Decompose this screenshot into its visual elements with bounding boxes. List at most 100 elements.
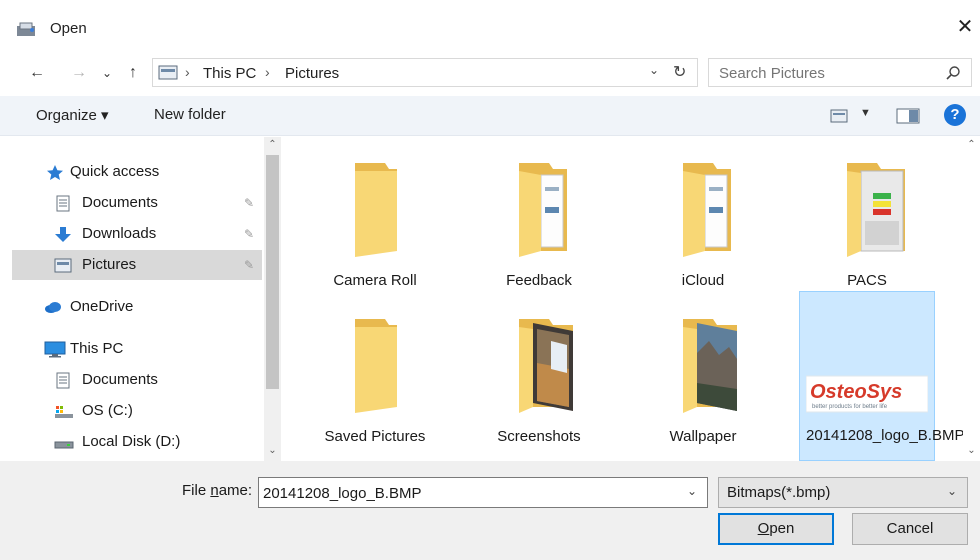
folder-photo-icon: [519, 319, 573, 413]
pin-icon: ✎: [244, 196, 255, 210]
folder-saved-pictures[interactable]: Saved Pictures: [307, 293, 443, 461]
nav-item-label: This PC: [70, 340, 124, 357]
folder-icloud[interactable]: iCloud: [635, 137, 771, 307]
svg-text:better products for better lif: better products for better life: [812, 404, 888, 410]
star-icon: [47, 165, 63, 180]
navigation-pane: Quick access Documents ✎ Downloads ✎ Pic…: [0, 137, 284, 461]
file-type-filter-select[interactable]: Bitmaps(*.bmp) ⌄: [718, 477, 968, 508]
navigation-pane-scrollbar[interactable]: ⌃ ⌄: [264, 137, 281, 461]
address-bar[interactable]: › This PC › Pictures ⌄ ↻: [152, 58, 698, 87]
drive-icon: [55, 406, 73, 418]
nav-item-label: Local Disk (D:): [82, 433, 181, 450]
refresh-icon[interactable]: ↻: [673, 62, 686, 82]
address-dropdown-chevron-icon[interactable]: ⌄: [649, 63, 659, 77]
scroll-down-arrow-icon[interactable]: ⌄: [264, 443, 281, 459]
dialog-footer: File name: ⌄ Bitmaps(*.bmp) ⌄ Open Cance…: [0, 461, 980, 560]
breadcrumb-pictures[interactable]: Pictures: [285, 65, 339, 82]
nav-item-pictures[interactable]: Pictures ✎: [12, 250, 262, 280]
document-icon: [56, 195, 70, 212]
search-icon[interactable]: [945, 65, 961, 81]
open-button[interactable]: Open: [718, 513, 834, 545]
breadcrumb-this-pc[interactable]: This PC: [203, 65, 256, 82]
file-20141208-logo-bmp[interactable]: OsteoSys better products for better life…: [799, 291, 965, 461]
filter-dropdown-chevron-icon[interactable]: ⌄: [947, 484, 957, 498]
breadcrumb-separator-icon: ›: [185, 64, 190, 80]
computer-icon: [44, 341, 66, 358]
nav-item-local-disk-d[interactable]: Local Disk (D:): [12, 427, 262, 457]
file-name-combobox[interactable]: ⌄: [258, 477, 708, 508]
download-icon: [55, 227, 71, 242]
pictures-icon: [54, 258, 72, 273]
disk-icon: [54, 441, 74, 449]
file-list: Camera Roll Feedback iCloud PACS Saved P…: [287, 137, 980, 461]
help-icon[interactable]: ?: [944, 104, 966, 126]
open-dialog-icon: [17, 22, 35, 36]
preview-pane-icon[interactable]: [896, 108, 920, 124]
nav-item-label: Documents: [82, 194, 158, 211]
nav-item-this-pc[interactable]: This PC: [12, 334, 262, 364]
bitmap-logo-thumbnail: OsteoSys better products for better life: [806, 375, 928, 413]
back-arrow-icon[interactable]: ←: [26, 60, 48, 86]
search-box[interactable]: [708, 58, 972, 87]
file-name: PACS: [847, 272, 887, 289]
cloud-icon: [45, 302, 61, 313]
pin-icon: ✎: [244, 258, 255, 272]
folder-feedback[interactable]: Feedback: [471, 137, 607, 307]
folder-screenshots[interactable]: Screenshots: [471, 293, 607, 461]
new-folder-button[interactable]: New folder: [154, 106, 226, 123]
pictures-location-icon: [158, 65, 178, 80]
folder-docs-icon: [519, 163, 567, 257]
window-title: Open: [50, 20, 87, 37]
file-name: Feedback: [506, 272, 572, 289]
nav-item-label: Quick access: [70, 163, 160, 180]
title-bar: Open ✕: [0, 0, 980, 60]
file-name-label: File name:: [182, 482, 253, 499]
document-icon: [56, 372, 70, 389]
forward-arrow-icon[interactable]: →: [68, 60, 90, 86]
folder-icon: [355, 163, 397, 257]
folder-pacs[interactable]: PACS: [799, 137, 935, 307]
nav-item-os-c[interactable]: OS (C:): [12, 396, 262, 426]
file-list-scrollbar[interactable]: ⌃ ⌄: [963, 137, 980, 461]
change-view-icon[interactable]: [830, 109, 848, 123]
up-arrow-icon[interactable]: ↑: [122, 60, 144, 86]
cancel-button[interactable]: Cancel: [852, 513, 968, 545]
folder-docs-icon: [683, 163, 731, 257]
file-name-dropdown-chevron-icon[interactable]: ⌄: [687, 484, 697, 498]
nav-item-documents[interactable]: Documents ✎: [12, 188, 262, 218]
pin-icon: ✎: [244, 227, 255, 241]
file-name: Saved Pictures: [324, 428, 426, 445]
nav-item-label: OS (C:): [82, 402, 133, 419]
nav-item-downloads[interactable]: Downloads ✎: [12, 219, 262, 249]
scrollbar-thumb[interactable]: [266, 155, 279, 389]
scroll-up-arrow-icon[interactable]: ⌃: [963, 137, 980, 153]
file-name: Screenshots: [497, 428, 581, 445]
search-input[interactable]: [719, 63, 929, 83]
file-name: Camera Roll: [333, 272, 417, 289]
svg-text:OsteoSys: OsteoSys: [810, 381, 902, 403]
command-bar: Organize ▾ New folder ▼ ?: [0, 96, 980, 136]
nav-item-label: Documents: [82, 371, 158, 388]
nav-item-quick-access[interactable]: Quick access: [12, 157, 262, 187]
scroll-down-arrow-icon[interactable]: ⌄: [963, 443, 980, 459]
folder-landscape-icon: [683, 319, 737, 413]
nav-item-label: Downloads: [82, 225, 157, 242]
file-name: 20141208_logo_B.BMP: [806, 427, 965, 444]
nav-item-onedrive[interactable]: OneDrive: [12, 292, 262, 322]
file-name: iCloud: [681, 272, 725, 289]
folder-icon: [355, 319, 397, 413]
recent-locations-chevron-icon[interactable]: ⌄: [96, 60, 118, 86]
nav-item-label: Pictures: [82, 256, 137, 273]
address-row: ← → ⌄ ↑ › This PC › Pictures ⌄ ↻: [0, 56, 980, 90]
close-icon[interactable]: ✕: [954, 16, 976, 38]
view-options-dropdown-icon[interactable]: ▼: [860, 107, 871, 119]
scroll-up-arrow-icon[interactable]: ⌃: [264, 137, 281, 153]
file-type-filter-value: Bitmaps(*.bmp): [727, 484, 831, 501]
file-name-input[interactable]: [263, 483, 663, 503]
folder-wallpaper[interactable]: Wallpaper: [635, 293, 771, 461]
file-name: Wallpaper: [669, 428, 737, 445]
breadcrumb-separator-icon: ›: [265, 64, 270, 80]
folder-camera-roll[interactable]: Camera Roll: [307, 137, 443, 307]
organize-menu-button[interactable]: Organize ▾: [36, 106, 109, 124]
nav-item-this-pc-documents[interactable]: Documents: [12, 365, 262, 395]
